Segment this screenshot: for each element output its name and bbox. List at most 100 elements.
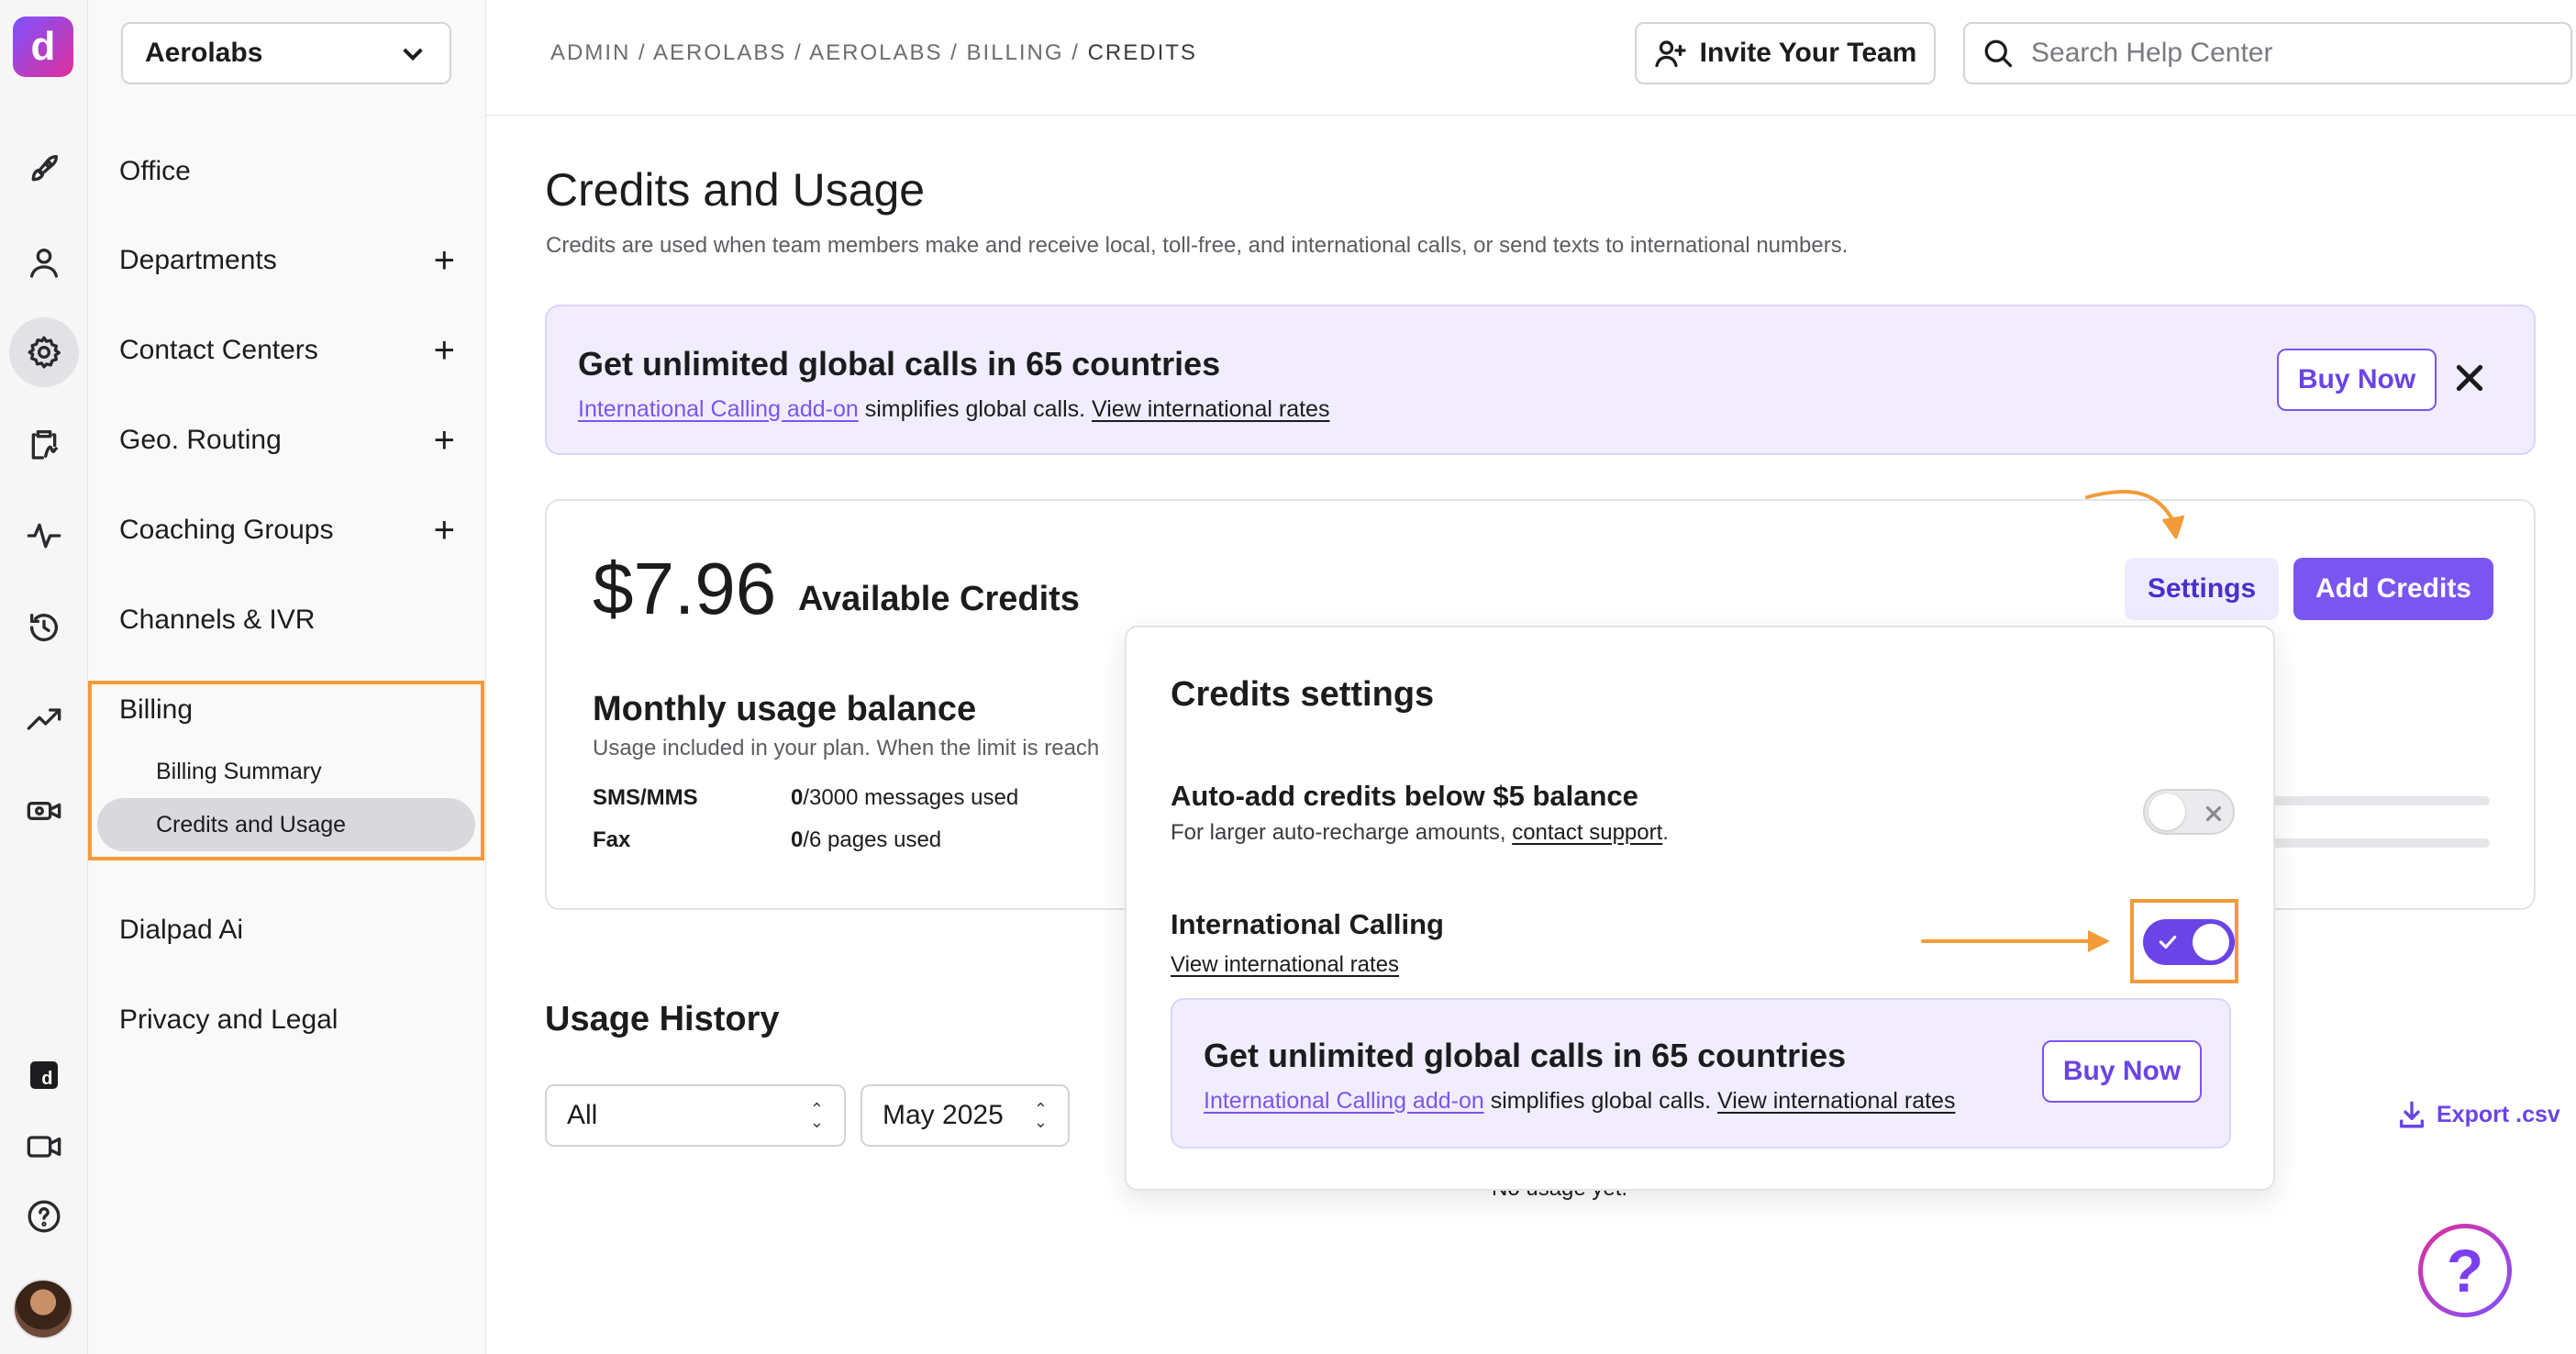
toggle-knob: [2193, 924, 2229, 960]
dialpad-logo[interactable]: d: [13, 17, 73, 77]
popover-title: Credits settings: [1171, 675, 1435, 714]
search-icon: [1984, 39, 2013, 68]
sidebar-item-label: Billing: [119, 694, 194, 725]
plus-icon[interactable]: +: [434, 332, 455, 369]
auto-add-sub-suffix: .: [1662, 820, 1669, 845]
close-icon[interactable]: [2451, 360, 2488, 396]
auto-add-title: Auto-add credits below $5 balance: [1171, 780, 1638, 812]
intl-addon-link[interactable]: International Calling add-on: [578, 396, 859, 422]
activity-icon[interactable]: [9, 501, 79, 571]
svg-text:d: d: [41, 1069, 52, 1089]
sidebar-item-label: Privacy and Legal: [119, 1004, 339, 1035]
rocket-icon[interactable]: [9, 134, 79, 204]
usage-filter-select[interactable]: All ⌃ ⌄: [545, 1084, 846, 1147]
annotation-arrow-icon: [2085, 490, 2185, 539]
sidebar-item-departments[interactable]: Departments +: [119, 231, 468, 290]
view-rates-link[interactable]: View international rates: [1092, 396, 1329, 422]
check-icon: [2159, 935, 2177, 949]
auto-add-toggle[interactable]: [2143, 789, 2235, 835]
promo-text: International Calling add-on simplifies …: [1204, 1088, 1955, 1115]
clipboard-icon[interactable]: [9, 409, 79, 479]
history-icon[interactable]: [9, 593, 79, 662]
updown-chevron-icon: ⌃ ⌄: [1033, 1100, 1048, 1131]
auto-add-sub-text: For larger auto-recharge amounts,: [1171, 820, 1513, 845]
breadcrumb: ADMIN / AEROLABS / AEROLABS / BILLING / …: [550, 40, 1197, 65]
org-select[interactable]: Aerolabs: [121, 22, 451, 84]
usage-history-title: Usage History: [545, 1000, 780, 1038]
usage-progress-track: [2257, 838, 2490, 848]
plus-icon[interactable]: +: [434, 242, 455, 279]
trend-icon[interactable]: [9, 684, 79, 754]
month-select-value: May 2025: [883, 1100, 1004, 1130]
month-select[interactable]: May 2025 ⌃ ⌄: [861, 1084, 1070, 1147]
video-icon[interactable]: [9, 1112, 79, 1182]
promo-text-mid: simplifies global calls.: [1483, 1088, 1718, 1114]
sidebar-item-privacy-legal[interactable]: Privacy and Legal: [119, 991, 468, 1049]
sidebar-item-geo-routing[interactable]: Geo. Routing +: [119, 411, 468, 470]
person-icon[interactable]: [9, 228, 79, 297]
question-mark-icon: ?: [2423, 1228, 2507, 1313]
page-subtitle: Credits are used when team members make …: [546, 233, 1849, 258]
chevron-down-icon: [403, 48, 423, 61]
download-icon: [2399, 1101, 2425, 1128]
settings-button[interactable]: Settings: [2125, 558, 2279, 620]
sidebar-item-label: Departments: [119, 245, 277, 275]
intl-calling-title: International Calling: [1171, 908, 1444, 940]
usage-row-label: SMS/MMS: [593, 785, 698, 810]
plus-icon[interactable]: +: [434, 422, 455, 459]
invite-team-label: Invite Your Team: [1699, 38, 1917, 68]
buy-now-button[interactable]: Buy Now: [2277, 349, 2437, 411]
sidebar-item-label: Geo. Routing: [119, 425, 282, 455]
contact-support-link[interactable]: contact support: [1512, 820, 1662, 845]
sidebar-subitem-billing-summary[interactable]: Billing Summary: [156, 745, 322, 798]
usage-row-label: Fax: [593, 827, 631, 852]
intl-addon-link[interactable]: International Calling add-on: [1204, 1088, 1484, 1114]
breadcrumb-item[interactable]: BILLING: [967, 40, 1064, 65]
export-csv-label: Export .csv: [2437, 1101, 2560, 1127]
credits-settings-popover: Credits settings Auto-add credits below …: [1125, 626, 2275, 1191]
promo-title: Get unlimited global calls in 65 countri…: [578, 345, 1221, 383]
auto-add-subtitle: For larger auto-recharge amounts, contac…: [1171, 820, 1669, 846]
search-box[interactable]: [1963, 22, 2572, 84]
updown-chevron-icon: ⌃ ⌄: [809, 1100, 824, 1131]
gear-icon[interactable]: [9, 317, 79, 387]
page-title: Credits and Usage: [545, 164, 926, 216]
view-rates-link[interactable]: View international rates: [1717, 1088, 1955, 1114]
sidebar-item-coaching-groups[interactable]: Coaching Groups +: [119, 501, 468, 560]
video-settings-icon[interactable]: [9, 776, 79, 846]
sidebar-subitem-credits-and-usage[interactable]: Credits and Usage: [97, 798, 475, 851]
dialpad-app-icon[interactable]: d: [9, 1040, 79, 1110]
top-header: ADMIN / AEROLABS / AEROLABS / BILLING / …: [486, 0, 2576, 116]
export-csv-button[interactable]: Export .csv: [2396, 1099, 2560, 1130]
sidebar-item-label: Dialpad Ai: [119, 915, 244, 945]
sidebar-item-channels-ivr[interactable]: Channels & IVR: [119, 591, 468, 649]
promo-text: International Calling add-on simplifies …: [578, 396, 1329, 423]
popover-promo-banner: Get unlimited global calls in 65 countri…: [1171, 998, 2231, 1149]
sidebar-subitem-label: Credits and Usage: [156, 811, 347, 838]
sidebar-item-contact-centers[interactable]: Contact Centers +: [119, 321, 468, 380]
add-credits-button[interactable]: Add Credits: [2293, 558, 2493, 620]
sidebar-item-label: Office: [119, 156, 191, 186]
toggle-knob: [2149, 794, 2185, 830]
promo-banner: Get unlimited global calls in 65 countri…: [545, 305, 2536, 455]
breadcrumb-item[interactable]: AEROLABS: [653, 40, 786, 65]
intl-calling-sub: View international rates: [1171, 952, 1399, 978]
breadcrumb-item[interactable]: AEROLABS: [809, 40, 942, 65]
sidebar-item-office[interactable]: Office: [119, 142, 468, 201]
buy-now-button[interactable]: Buy Now: [2042, 1040, 2202, 1103]
search-input[interactable]: [2031, 38, 2545, 69]
invite-team-button[interactable]: Invite Your Team: [1635, 22, 1936, 84]
view-rates-link[interactable]: View international rates: [1171, 952, 1399, 977]
breadcrumb-item[interactable]: ADMIN: [550, 40, 630, 65]
credits-amount: $7.96: [593, 548, 777, 629]
help-circle-icon[interactable]: [9, 1182, 79, 1251]
intl-calling-toggle[interactable]: [2143, 919, 2235, 965]
plus-icon[interactable]: +: [434, 512, 455, 549]
usage-row-value: 0/6 pages used: [791, 827, 942, 852]
sidebar-item-billing[interactable]: Billing: [119, 681, 468, 739]
help-chat-button[interactable]: ?: [2418, 1224, 2512, 1317]
sidebar-item-label: Contact Centers: [119, 335, 318, 365]
avatar[interactable]: [13, 1279, 73, 1339]
x-icon: [2205, 805, 2222, 822]
sidebar-item-dialpad-ai[interactable]: Dialpad Ai: [119, 901, 468, 960]
